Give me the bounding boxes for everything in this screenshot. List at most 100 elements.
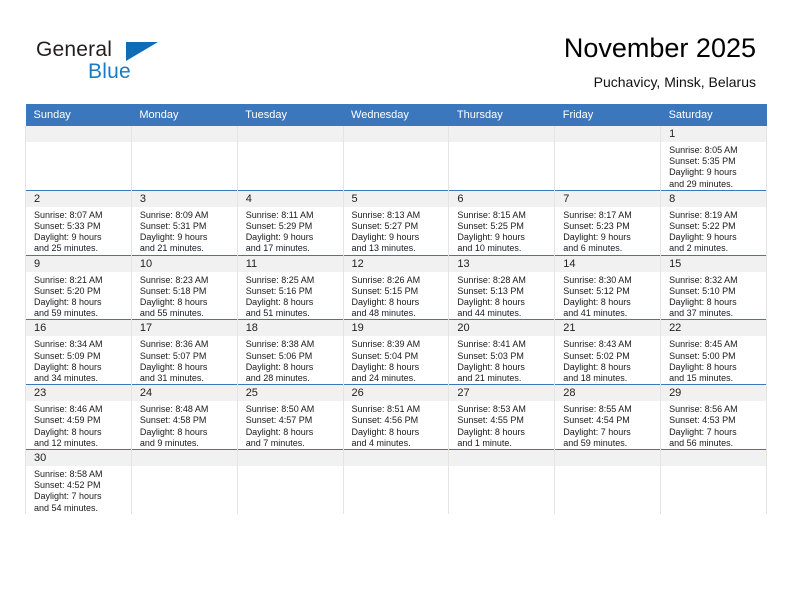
day-number: 15 <box>661 255 766 272</box>
day-detail-line: Sunset: 4:57 PM <box>245 415 313 426</box>
day-detail-line: Daylight: 7 hours <box>669 426 737 437</box>
calendar-cell-empty <box>448 449 556 514</box>
weekday-header-sunday: Sunday <box>25 104 132 126</box>
day-detail-line: and 44 minutes. <box>457 308 522 319</box>
calendar-cell-empty <box>554 449 662 514</box>
day-details <box>449 142 554 145</box>
calendar-day-cell[interactable]: 14 Sunrise: 8:30 AM Sunset: 5:12 PM Dayligh… <box>554 254 662 320</box>
day-detail-line: Daylight: 8 hours <box>34 361 102 372</box>
day-detail-line: Daylight: 9 hours <box>563 232 631 243</box>
day-detail-line: Daylight: 8 hours <box>139 297 208 308</box>
day-number: 3 <box>131 190 237 207</box>
day-details: Sunrise: 8:51 AM Sunset: 4:56 PM Daylight:… <box>344 401 449 449</box>
calendar-day-cell[interactable]: 9 Sunrise: 8:21 AM Sunset: 5:20 PM Daylight… <box>25 254 132 320</box>
day-number: 17 <box>131 320 237 337</box>
day-detail-line: Sunrise: 8:30 AM <box>563 274 632 285</box>
day-detail-line: Sunrise: 8:53 AM <box>457 404 526 415</box>
calendar-day-cell[interactable]: 5 Sunrise: 8:13 AM Sunset: 5:27 PM Daylight… <box>342 189 450 256</box>
calendar-day-cell[interactable]: 1 Sunrise: 8:05 AM Sunset: 5:35 PM Daylight… <box>660 126 767 191</box>
calendar-day-cell[interactable]: 29 Sunrise: 8:56 AM Sunset: 4:53 PM Dayligh… <box>660 384 767 450</box>
day-number: 1 <box>661 126 766 142</box>
day-details: Sunrise: 8:28 AM Sunset: 5:13 PM Daylight:… <box>449 272 554 320</box>
calendar-day-cell[interactable]: 2 Sunrise: 8:07 AM Sunset: 5:33 PM Daylight… <box>25 189 132 256</box>
day-detail-line: and 59 minutes. <box>563 437 628 448</box>
day-number: 18 <box>237 320 343 337</box>
day-detail-line: and 13 minutes. <box>351 243 416 254</box>
calendar-day-cell[interactable]: 10 Sunrise: 8:23 AM Sunset: 5:18 PM Dayligh… <box>130 254 238 320</box>
day-details <box>26 142 131 145</box>
day-details <box>555 466 660 469</box>
calendar-cell-empty <box>236 449 344 514</box>
calendar-cell-empty <box>660 449 767 514</box>
day-detail-line: and 34 minutes. <box>34 373 99 384</box>
day-detail-line: and 18 minutes. <box>563 373 628 384</box>
day-number: 20 <box>449 320 555 337</box>
day-details <box>238 142 343 145</box>
calendar-day-cell[interactable]: 4 Sunrise: 8:11 AM Sunset: 5:29 PM Daylight… <box>236 189 344 256</box>
weekday-header-friday: Friday <box>554 104 661 126</box>
day-details: Sunrise: 8:41 AM Sunset: 5:03 PM Daylight:… <box>449 336 554 384</box>
calendar-day-cell[interactable]: 17 Sunrise: 8:36 AM Sunset: 5:07 PM Dayligh… <box>130 319 238 385</box>
day-number: 19 <box>343 320 449 337</box>
calendar-cell-empty <box>448 126 556 191</box>
day-detail-line: Sunset: 4:58 PM <box>139 415 207 426</box>
calendar-day-cell[interactable]: 7 Sunrise: 8:17 AM Sunset: 5:23 PM Daylight… <box>554 189 662 256</box>
day-number: 26 <box>343 385 449 402</box>
calendar-day-cell[interactable]: 15 Sunrise: 8:32 AM Sunset: 5:10 PM Dayligh… <box>660 254 767 320</box>
day-details <box>661 466 766 469</box>
calendar-day-cell[interactable]: 22 Sunrise: 8:45 AM Sunset: 5:00 PM Dayligh… <box>660 319 767 385</box>
calendar-day-cell[interactable]: 28 Sunrise: 8:55 AM Sunset: 4:54 PM Dayligh… <box>554 384 662 450</box>
day-detail-line: Sunset: 5:06 PM <box>245 350 313 361</box>
day-detail-line: Sunrise: 8:15 AM <box>457 209 526 220</box>
calendar-week-row: 9 Sunrise: 8:21 AM Sunset: 5:20 PM Daylight… <box>25 254 767 320</box>
calendar-day-cell[interactable]: 25 Sunrise: 8:50 AM Sunset: 4:57 PM Dayligh… <box>236 384 344 450</box>
day-detail-line: Sunrise: 8:13 AM <box>351 209 421 220</box>
day-detail-line: and 24 minutes. <box>351 373 416 384</box>
day-detail-line: Sunset: 5:20 PM <box>34 285 101 296</box>
day-detail-line: Sunrise: 8:58 AM <box>34 469 103 480</box>
day-number: 13 <box>449 255 555 272</box>
day-detail-line: Sunset: 5:31 PM <box>139 221 207 232</box>
calendar-day-cell[interactable]: 6 Sunrise: 8:15 AM Sunset: 5:25 PM Daylight… <box>448 189 556 256</box>
day-detail-line: Sunrise: 8:09 AM <box>139 209 209 220</box>
day-detail-line: and 2 minutes. <box>669 243 729 254</box>
calendar-day-cell[interactable]: 8 Sunrise: 8:19 AM Sunset: 5:22 PM Daylight… <box>660 189 767 256</box>
calendar-day-cell[interactable]: 12 Sunrise: 8:26 AM Sunset: 5:15 PM Dayligh… <box>342 254 450 320</box>
calendar-day-cell[interactable]: 30 Sunrise: 8:58 AM Sunset: 4:52 PM Dayligh… <box>25 449 132 514</box>
calendar-day-cell[interactable]: 3 Sunrise: 8:09 AM Sunset: 5:31 PM Daylight… <box>130 189 238 256</box>
calendar-day-cell[interactable]: 13 Sunrise: 8:28 AM Sunset: 5:13 PM Dayligh… <box>448 254 556 320</box>
day-detail-line: Daylight: 8 hours <box>457 361 525 372</box>
day-details: Sunrise: 8:26 AM Sunset: 5:15 PM Daylight:… <box>344 272 449 320</box>
calendar-day-cell[interactable]: 27 Sunrise: 8:53 AM Sunset: 4:55 PM Dayligh… <box>448 384 556 450</box>
day-number: 14 <box>555 255 661 272</box>
calendar-day-cell[interactable]: 11 Sunrise: 8:25 AM Sunset: 5:16 PM Dayligh… <box>236 254 344 320</box>
day-detail-line: Sunset: 4:52 PM <box>34 480 101 491</box>
calendar-day-cell[interactable]: 20 Sunrise: 8:41 AM Sunset: 5:03 PM Dayligh… <box>448 319 556 385</box>
day-number <box>343 126 449 142</box>
day-details: Sunrise: 8:46 AM Sunset: 4:59 PM Daylight:… <box>26 401 131 449</box>
day-details <box>344 142 449 145</box>
day-number: 6 <box>449 190 555 207</box>
day-detail-line: Sunset: 5:18 PM <box>139 285 207 296</box>
day-details: Sunrise: 8:38 AM Sunset: 5:06 PM Daylight:… <box>238 336 343 384</box>
day-detail-line: Daylight: 8 hours <box>245 297 314 308</box>
day-detail-line: Sunset: 5:16 PM <box>245 285 313 296</box>
day-number: 29 <box>661 385 766 402</box>
day-details <box>238 466 343 469</box>
day-number: 11 <box>237 255 343 272</box>
day-detail-line: and 31 minutes. <box>139 373 204 384</box>
day-details: Sunrise: 8:50 AM Sunset: 4:57 PM Daylight:… <box>238 401 343 449</box>
calendar-day-cell[interactable]: 18 Sunrise: 8:38 AM Sunset: 5:06 PM Dayligh… <box>236 319 344 385</box>
calendar-day-cell[interactable]: 23 Sunrise: 8:46 AM Sunset: 4:59 PM Dayligh… <box>25 384 132 450</box>
calendar-day-cell[interactable]: 19 Sunrise: 8:39 AM Sunset: 5:04 PM Dayligh… <box>342 319 450 385</box>
day-details: Sunrise: 8:58 AM Sunset: 4:52 PM Daylight:… <box>26 466 131 514</box>
calendar-day-cell[interactable]: 16 Sunrise: 8:34 AM Sunset: 5:09 PM Dayligh… <box>25 319 132 385</box>
calendar-day-cell[interactable]: 21 Sunrise: 8:43 AM Sunset: 5:02 PM Dayligh… <box>554 319 662 385</box>
day-detail-line: Sunrise: 8:41 AM <box>457 339 526 350</box>
day-detail-line: Daylight: 7 hours <box>34 491 102 502</box>
day-detail-line: Sunrise: 8:07 AM <box>34 209 103 220</box>
day-detail-line: and 9 minutes. <box>139 437 199 448</box>
calendar-day-cell[interactable]: 24 Sunrise: 8:48 AM Sunset: 4:58 PM Dayligh… <box>130 384 238 450</box>
calendar-day-cell[interactable]: 26 Sunrise: 8:51 AM Sunset: 4:56 PM Dayligh… <box>342 384 450 450</box>
day-number <box>555 450 661 467</box>
